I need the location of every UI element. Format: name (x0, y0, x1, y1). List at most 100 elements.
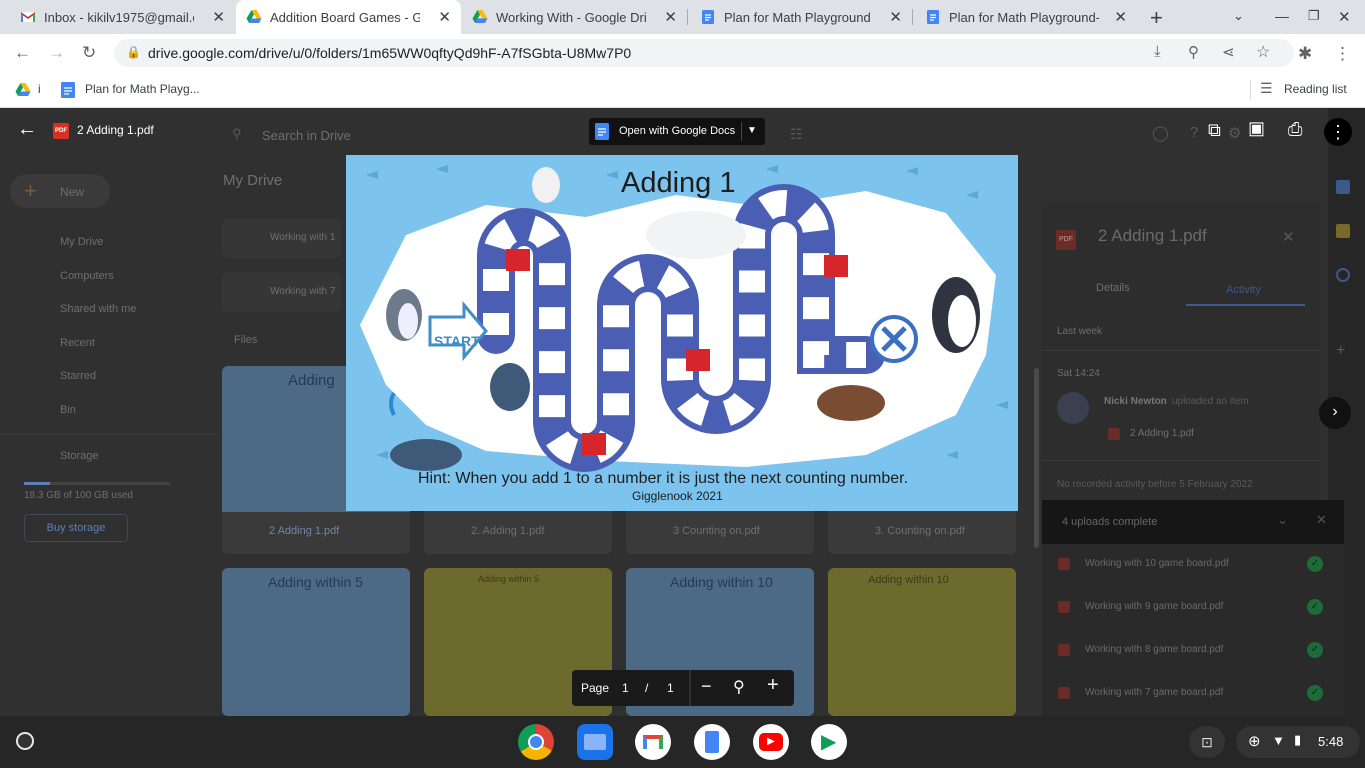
file-name: 2. Adding 1.pdf (471, 525, 545, 537)
file-card[interactable]: Adding within 10 (828, 568, 1016, 716)
tasks-icon[interactable] (1336, 268, 1350, 282)
nav-label: Computers (60, 270, 114, 282)
zoom-out-icon[interactable]: − (701, 676, 712, 697)
tab-plan-math-2[interactable]: Plan for Math Playground- G ✕ (915, 0, 1137, 34)
open-with-button[interactable]: Open with Google Docs ▼ (589, 118, 765, 145)
nav-computers[interactable]: Computers (24, 266, 224, 284)
print-icon[interactable]: ⎙ (1288, 119, 1302, 140)
open-with-label: Open with Google Docs (619, 125, 736, 137)
page-controls: Page 1 / 1 − ⚲ + (572, 670, 794, 706)
uploads-title: 4 uploads complete (1062, 516, 1158, 528)
wifi-icon: ▼ (1272, 733, 1285, 748)
close-tab-icon[interactable]: ✕ (664, 8, 677, 26)
folder-label: Working with 7 (270, 286, 336, 297)
close-tab-icon[interactable]: ✕ (889, 8, 902, 26)
zoom-in-icon[interactable]: + (767, 674, 779, 697)
collapse-icon[interactable]: ⌄ (1277, 512, 1288, 528)
zoom-magnifier-icon[interactable]: ⚲ (733, 677, 745, 697)
tab-gmail[interactable]: Inbox - kikilv1975@gmail.co ✕ (10, 0, 235, 34)
buy-storage-button[interactable]: Buy storage (24, 514, 128, 542)
nav-shared-with-me[interactable]: Shared with me (24, 299, 224, 317)
nav-bin[interactable]: Bin (24, 400, 224, 418)
close-tab-icon[interactable]: ✕ (438, 8, 451, 26)
nav-recent[interactable]: Recent (24, 333, 224, 351)
zoom-icon[interactable]: ⚲ (1188, 43, 1199, 61)
tab-search-chevron-icon[interactable]: ⌄ (1233, 8, 1244, 24)
file-card[interactable]: Adding within 5 (222, 568, 410, 716)
nav-my-drive[interactable]: My Drive (24, 232, 224, 250)
page-separator: / (645, 681, 649, 695)
close-details-icon[interactable]: ✕ (1282, 228, 1295, 246)
gmail-app-icon[interactable] (635, 724, 671, 760)
last-week-label: Last week (1057, 326, 1103, 337)
reading-list-icon[interactable]: ☰ (1260, 80, 1273, 97)
extensions-icon[interactable]: ✱ (1298, 44, 1312, 64)
calendar-icon[interactable] (1336, 180, 1350, 194)
check-icon: ✓ (1307, 599, 1323, 615)
nav-starred[interactable]: Starred (24, 366, 224, 384)
keep-icon[interactable] (1336, 224, 1350, 238)
status-tray[interactable]: ⊕ ▼ ▮ 5:48 (1236, 726, 1360, 758)
restore-icon[interactable]: ❐ (1308, 8, 1320, 24)
scrollbar[interactable] (1034, 368, 1039, 548)
page-current[interactable]: 1 (622, 681, 629, 695)
reload-icon[interactable]: ↻ (82, 43, 96, 63)
viewer-toolbar: ← PDF 2 Adding 1.pdf Open with Google Do… (0, 108, 1365, 154)
close-uploads-icon[interactable]: ✕ (1316, 512, 1327, 528)
tab-working-with[interactable]: Working With - Google Drive ✕ (462, 0, 687, 34)
docs-app-icon[interactable] (694, 724, 730, 760)
breadcrumb[interactable]: My Drive (223, 172, 282, 189)
forward-icon[interactable]: → (48, 43, 65, 63)
add-addon-icon[interactable]: + (1336, 342, 1345, 360)
tab-plan-math-1[interactable]: Plan for Math Playground - G ✕ (690, 0, 912, 34)
new-button[interactable]: + New (10, 174, 110, 208)
files-app-icon[interactable] (577, 724, 613, 760)
tab-activity[interactable]: Activity (1226, 284, 1261, 296)
back-arrow-icon[interactable]: ← (17, 118, 37, 141)
upload-item[interactable]: Working with 8 game board.pdf ✓ (1042, 630, 1344, 673)
install-icon[interactable]: ⤓ (1154, 43, 1161, 60)
close-tab-icon[interactable]: ✕ (1114, 8, 1127, 26)
close-window-icon[interactable]: ✕ (1338, 8, 1351, 26)
chrome-app-icon[interactable] (518, 724, 554, 760)
folder-card[interactable]: Working with 7 (222, 272, 342, 312)
bookmark-star-icon[interactable]: ☆ (1256, 42, 1270, 62)
folder-card[interactable]: Working with 1 (222, 218, 342, 258)
bookmark-plan-math[interactable]: Plan for Math Playg... (85, 82, 200, 96)
add-comment-icon[interactable]: ▣ (1248, 118, 1265, 139)
omnibox[interactable]: 🔒 drive.google.com/drive/u/0/folders/1m6… (114, 39, 1294, 67)
reading-list-button[interactable]: Reading list (1284, 82, 1347, 96)
tab-details[interactable]: Details (1096, 282, 1130, 294)
details-divider (1042, 350, 1320, 351)
tab-label: Inbox - kikilv1975@gmail.co (44, 9, 194, 25)
check-icon: ✓ (1307, 556, 1323, 572)
upload-item[interactable]: Working with 10 game board.pdf ✓ (1042, 544, 1344, 587)
activity-file[interactable]: 2 Adding 1.pdf (1130, 428, 1194, 439)
nav-label: Shared with me (60, 303, 137, 315)
next-file-icon[interactable]: › (1319, 397, 1351, 429)
pdf-icon: PDF (1056, 230, 1076, 250)
play-store-app-icon[interactable]: ▶ (811, 724, 847, 760)
screen-capture-icon[interactable]: ⊡ (1189, 726, 1225, 758)
drive-bookmark-icon[interactable] (15, 82, 31, 98)
more-options-icon[interactable]: ⋮ (1324, 118, 1352, 146)
tab-addition-board-games[interactable]: Addition Board Games - Goo ✕ (236, 0, 461, 34)
pdf-icon (1058, 687, 1070, 699)
chrome-menu-icon[interactable]: ⋮ (1334, 44, 1351, 64)
avatar (1057, 392, 1089, 424)
minimize-icon[interactable]: — (1275, 8, 1289, 24)
pager-divider (689, 670, 691, 706)
bookmark-drive-label[interactable]: i (38, 82, 41, 96)
launcher-icon[interactable] (16, 732, 34, 750)
youtube-app-icon[interactable]: ▶ (753, 724, 789, 760)
url-text: drive.google.com/drive/u/0/folders/1m65W… (148, 45, 632, 61)
upload-item[interactable]: Working with 7 game board.pdf ✓ (1042, 673, 1344, 716)
add-to-drive-icon[interactable]: ⧉ (1208, 120, 1221, 141)
share-icon[interactable]: ⋖ (1222, 43, 1235, 61)
nav-label: Recent (60, 337, 95, 349)
upload-item[interactable]: Working with 9 game board.pdf ✓ (1042, 587, 1344, 630)
dropdown-arrow-icon[interactable]: ▼ (747, 125, 757, 136)
close-tab-icon[interactable]: ✕ (212, 8, 225, 26)
new-tab-icon[interactable]: + (1150, 5, 1163, 31)
back-icon[interactable]: ← (14, 43, 31, 63)
